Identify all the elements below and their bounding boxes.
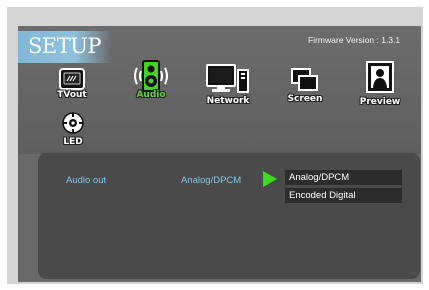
nav-label-network: Network	[206, 96, 250, 106]
screen-windows-icon	[291, 68, 318, 91]
audio-out-current-value[interactable]: Analog/DPCM	[181, 175, 241, 186]
selection-arrow-icon	[263, 171, 277, 187]
led-icon	[62, 112, 84, 134]
nav-label-led: LED	[63, 137, 83, 147]
nav-label-audio: Audio	[136, 90, 166, 100]
firmware-version: Firmware Version : 1.3.1	[308, 35, 401, 45]
audio-out-label: Audio out	[66, 175, 107, 186]
nav-item-screen[interactable]: Screen	[284, 68, 326, 112]
nav-item-preview[interactable]: Preview	[356, 61, 404, 112]
page-title: SETUP	[28, 34, 102, 58]
option-analog-dpcm[interactable]: Analog/DPCM	[285, 170, 402, 185]
nav-item-tvout[interactable]: TVout	[52, 66, 92, 112]
nav-label-screen: Screen	[287, 94, 323, 104]
setup-screen: SETUP Firmware Version : 1.3.1 TVout Aud…	[18, 26, 421, 282]
nav-item-audio[interactable]: Audio	[128, 60, 174, 112]
preview-person-icon	[366, 61, 394, 93]
nav-item-led[interactable]: LED	[56, 109, 90, 153]
settings-panel: Audio out Analog/DPCM Analog/DPCM Encode…	[38, 153, 420, 279]
nav-item-network[interactable]: Network	[203, 64, 253, 112]
network-computer-icon	[206, 64, 249, 93]
setup-frame: SETUP Firmware Version : 1.3.1 TVout Aud…	[7, 7, 423, 284]
nav-label-tvout: TVout	[57, 90, 87, 100]
speaker-icon	[134, 60, 168, 92]
option-encoded-digital[interactable]: Encoded Digital	[285, 188, 402, 203]
nav-label-preview: Preview	[359, 97, 401, 107]
tv-out-icon	[59, 68, 85, 90]
